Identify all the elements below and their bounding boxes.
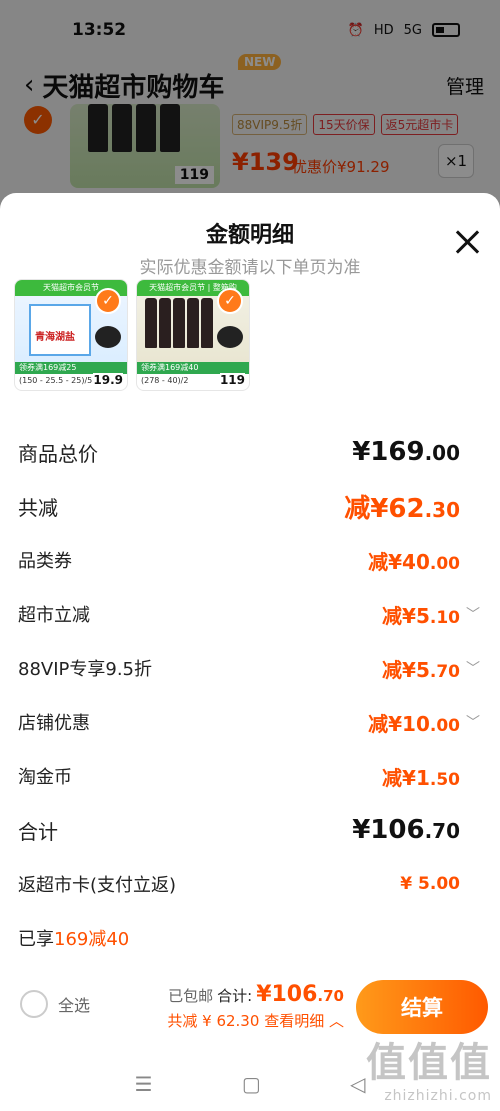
checkout-button[interactable]: 结算 bbox=[356, 980, 488, 1034]
row-taojinbi: 淘金币 减¥1.50 bbox=[0, 749, 500, 803]
sheet-subtitle: 实际优惠金额请以下单页为准 bbox=[139, 258, 361, 278]
select-all-toggle[interactable]: 全选 bbox=[20, 990, 90, 1018]
pack-text: 青海湖盐 bbox=[35, 332, 75, 343]
chevron-up-icon: ︿ bbox=[328, 1012, 344, 1030]
row-category-coupon: 品类券 减¥40.00 bbox=[0, 533, 500, 587]
tmall-cat-icon bbox=[95, 326, 121, 348]
row-value: 减¥5.10 bbox=[382, 603, 460, 628]
row-label: 合计 bbox=[18, 819, 58, 844]
enjoy-prefix: 已享 bbox=[18, 929, 54, 950]
row-value: 减¥62.30 bbox=[344, 493, 460, 524]
row-label: 共减 bbox=[18, 495, 58, 520]
close-icon[interactable] bbox=[454, 229, 480, 255]
row-label: 店铺优惠 bbox=[18, 713, 90, 734]
row-label: 超市立减 bbox=[18, 605, 90, 626]
chevron-down-icon[interactable]: ﹀ bbox=[466, 658, 484, 678]
row-value: ¥ 5.00 bbox=[400, 874, 460, 894]
row-label: 品类券 bbox=[18, 551, 72, 572]
row-value: 减¥40.00 bbox=[368, 549, 460, 574]
total-discount: 共减 ¥ 62.30 bbox=[167, 1012, 260, 1030]
row-value: ¥106.70 bbox=[352, 815, 460, 845]
row-card-return: 返超市卡(支付立返) ¥ 5.00 bbox=[0, 857, 500, 911]
checkmark-icon[interactable]: ✓ bbox=[95, 288, 121, 314]
row-label: 商品总价 bbox=[18, 441, 98, 466]
total-line: 已包邮 合计: ¥106.70 bbox=[168, 982, 344, 1007]
product-thumbnails: 天猫超市会员节 青海湖盐 领券满169减25 (150 - 25.5 - 25)… bbox=[14, 279, 250, 391]
row-store-discount[interactable]: 店铺优惠 减¥10.00 ﹀ bbox=[0, 695, 500, 749]
thumb-price: 19.9 bbox=[93, 373, 123, 387]
total-amount: ¥106.70 bbox=[256, 982, 344, 1007]
home-icon[interactable]: ▢ bbox=[242, 1072, 261, 1096]
watermark: 值值值 zhizhizhi.com bbox=[366, 1030, 492, 1104]
chevron-down-icon[interactable]: ﹀ bbox=[466, 604, 484, 624]
row-88vip-discount[interactable]: 88VIP专享9.5折 减¥5.70 ﹀ bbox=[0, 641, 500, 695]
product-thumb-beer[interactable]: 天猫超市会员节 | 整箱购 领券满169减40 (278 - 40)/2 119… bbox=[136, 279, 250, 391]
select-all-label: 全选 bbox=[58, 996, 91, 1015]
checkmark-icon[interactable]: ✓ bbox=[217, 288, 243, 314]
amount-rows: 商品总价 ¥169.00 共减 减¥62.30 品类券 减¥40.00 超市立减… bbox=[0, 425, 500, 965]
sheet-title: 金额明细 bbox=[205, 223, 294, 248]
row-value: ¥169.00 bbox=[352, 437, 460, 467]
row-subtotal: 合计 ¥106.70 bbox=[0, 803, 500, 857]
enjoy-value: 169减40 bbox=[54, 929, 130, 950]
tmall-cat-icon bbox=[217, 326, 243, 348]
row-value: 减¥10.00 bbox=[368, 711, 460, 736]
view-detail-label: 查看明细 bbox=[264, 1012, 325, 1030]
back-icon[interactable]: ◁ bbox=[350, 1072, 365, 1096]
watermark-url: zhizhizhi.com bbox=[384, 1088, 492, 1104]
watermark-logo: 值值值 bbox=[366, 1040, 492, 1086]
total-label: 合计: bbox=[217, 987, 253, 1005]
row-item-total: 商品总价 ¥169.00 bbox=[0, 425, 500, 479]
thumb-specs: (150 - 25.5 - 25)/5 bbox=[19, 376, 93, 385]
row-label: 88VIP专享9.5折 bbox=[18, 659, 153, 680]
row-enjoyed-promo: 已享169减40 bbox=[0, 911, 500, 965]
row-market-discount[interactable]: 超市立减 减¥5.10 ﹀ bbox=[0, 587, 500, 641]
view-detail-link[interactable]: 共减 ¥ 62.30 查看明细 ︿ bbox=[167, 1010, 344, 1031]
thumb-specs: (278 - 40)/2 bbox=[141, 376, 189, 385]
row-value: 减¥1.50 bbox=[382, 765, 460, 790]
menu-icon[interactable]: ☰ bbox=[135, 1072, 153, 1096]
thumb-price: 119 bbox=[219, 373, 245, 387]
row-value: 减¥5.70 bbox=[382, 657, 460, 682]
shipping-label: 已包邮 bbox=[168, 987, 214, 1005]
row-label: 淘金币 bbox=[18, 767, 72, 788]
row-label: 返超市卡(支付立返) bbox=[18, 875, 177, 896]
product-thumb-salt[interactable]: 天猫超市会员节 青海湖盐 领券满169减25 (150 - 25.5 - 25)… bbox=[14, 279, 128, 391]
row-label: 已享169减40 bbox=[18, 925, 129, 951]
radio-icon[interactable] bbox=[20, 990, 48, 1018]
row-total-discount: 共减 减¥62.30 bbox=[0, 479, 500, 533]
chevron-down-icon[interactable]: ﹀ bbox=[466, 712, 484, 732]
